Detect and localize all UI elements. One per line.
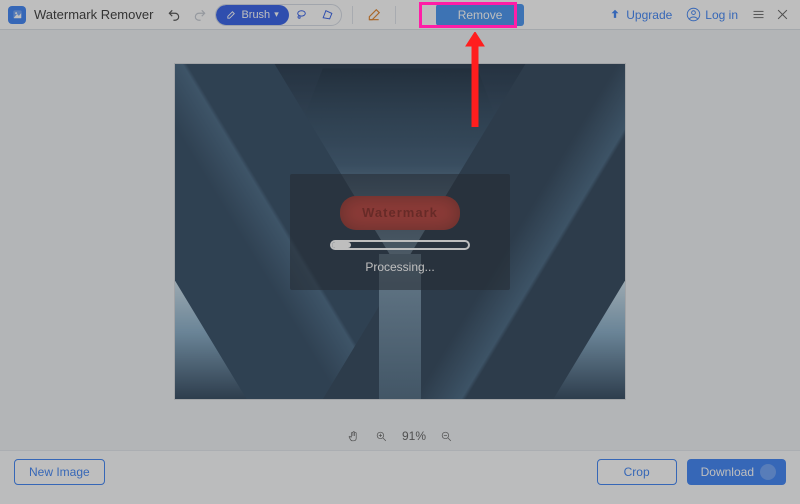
zoom-out-button[interactable]	[438, 428, 454, 444]
menu-button[interactable]	[748, 7, 768, 22]
login-link[interactable]: Log in	[686, 7, 738, 22]
upgrade-label: Upgrade	[626, 8, 672, 22]
download-dropdown-icon[interactable]	[760, 464, 776, 480]
crop-button[interactable]: Crop	[597, 459, 677, 485]
toolbar: Watermark Remover Brush ▾ Remove Upgrade…	[0, 0, 800, 30]
workspace: Watermark Processing...	[0, 30, 800, 450]
chevron-down-icon: ▾	[274, 9, 279, 20]
eraser-tool[interactable]	[363, 4, 385, 26]
brush-label: Brush	[241, 9, 270, 21]
app-title: Watermark Remover	[34, 7, 153, 22]
footer: New Image Crop Download	[0, 450, 800, 504]
polygon-tool[interactable]	[315, 5, 341, 25]
zoom-controls: 91%	[0, 428, 800, 444]
download-button[interactable]: Download	[687, 459, 786, 485]
pan-hand-icon[interactable]	[346, 428, 362, 444]
redo-button	[189, 4, 211, 26]
undo-button[interactable]	[163, 4, 185, 26]
selection-tool-group: Brush ▾	[215, 4, 341, 26]
download-label: Download	[701, 465, 754, 479]
toolbar-divider	[352, 6, 353, 24]
progress-bar	[330, 240, 470, 250]
remove-button[interactable]: Remove	[436, 4, 525, 26]
close-window-button[interactable]	[772, 7, 792, 22]
zoom-percent: 91%	[402, 429, 426, 443]
toolbar-divider-2	[395, 6, 396, 24]
upgrade-link[interactable]: Upgrade	[608, 8, 672, 22]
app-logo	[8, 6, 26, 24]
watermark-blob: Watermark	[340, 196, 460, 230]
new-image-button[interactable]: New Image	[14, 459, 105, 485]
login-label: Log in	[705, 8, 738, 22]
brush-tool[interactable]: Brush ▾	[216, 5, 288, 25]
zoom-in-button[interactable]	[374, 428, 390, 444]
processing-overlay: Watermark Processing...	[290, 174, 510, 290]
image-canvas[interactable]: Watermark Processing...	[175, 64, 625, 399]
processing-status-text: Processing...	[365, 260, 434, 274]
lasso-tool[interactable]	[289, 5, 315, 25]
